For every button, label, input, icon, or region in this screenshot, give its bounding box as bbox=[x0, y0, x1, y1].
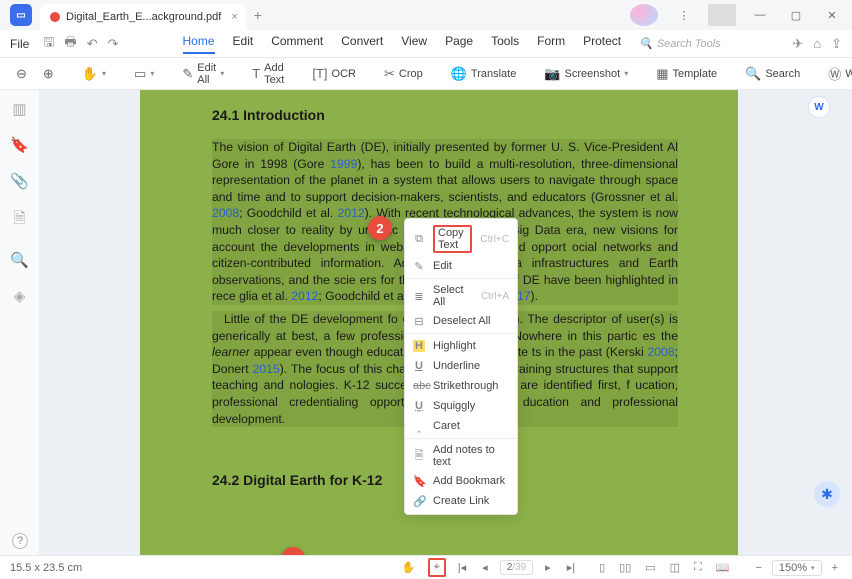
thumbnails-icon[interactable]: ▥ bbox=[12, 100, 26, 118]
upload-icon[interactable]: ⇪ bbox=[831, 36, 842, 52]
pdf-dot-icon bbox=[50, 12, 60, 22]
cite-link[interactable]: 2008 bbox=[212, 206, 239, 220]
menu-tab-home[interactable]: Home bbox=[183, 34, 215, 54]
context-menu: ⧉Copy TextCtrl+C✎Edit ≣Select AllCtrl+A⊟D… bbox=[404, 218, 518, 515]
prev-page-button[interactable]: ◂ bbox=[478, 560, 492, 575]
document-tab[interactable]: Digital_Earth_E...ackground.pdf × bbox=[40, 4, 246, 30]
continuous-view[interactable]: ▯▯ bbox=[615, 560, 635, 575]
ctx-select-all[interactable]: ≣Select AllCtrl+A bbox=[405, 281, 517, 311]
print-icon[interactable]: 🖶 bbox=[64, 33, 76, 55]
maximize-button[interactable]: ▢ bbox=[782, 4, 810, 26]
attachments-icon[interactable]: 📎 bbox=[10, 172, 29, 190]
search-button[interactable]: 🔍Search bbox=[741, 63, 804, 85]
tab-title: Digital_Earth_E...ackground.pdf bbox=[66, 11, 221, 23]
rect-tool[interactable]: ▭▾ bbox=[130, 63, 158, 85]
select-mode-button[interactable]: ⌖ bbox=[428, 558, 446, 577]
ai-orb-icon[interactable] bbox=[630, 4, 658, 26]
kebab-icon[interactable]: ⋮ bbox=[670, 4, 698, 26]
menu-tab-view[interactable]: View bbox=[401, 34, 427, 54]
first-page-button[interactable]: |◂ bbox=[454, 560, 470, 575]
layers-icon[interactable]: ◈ bbox=[14, 287, 26, 305]
read-mode[interactable]: 📖 bbox=[712, 560, 734, 575]
ctx-edit[interactable]: ✎Edit bbox=[405, 256, 517, 276]
zoom-in-button[interactable]: ⊕ bbox=[39, 63, 58, 85]
menu-tab-form[interactable]: Form bbox=[537, 34, 565, 54]
ctx-add-notes-to-text[interactable]: 🗎Add notes to text bbox=[405, 441, 517, 471]
two-page-view[interactable]: ▭ bbox=[641, 560, 659, 575]
ctx-create-link[interactable]: 🔗Create Link bbox=[405, 491, 517, 511]
close-tab-icon[interactable]: × bbox=[231, 11, 237, 23]
ctx-underline[interactable]: UUnderline bbox=[405, 356, 517, 376]
menu-tab-tools[interactable]: Tools bbox=[491, 34, 519, 54]
menu-tab-convert[interactable]: Convert bbox=[341, 34, 383, 54]
annotation-callout-2: 2 bbox=[368, 216, 392, 240]
add-text-button[interactable]: TAdd Text bbox=[248, 59, 288, 89]
menu-tab-protect[interactable]: Protect bbox=[583, 34, 621, 54]
ctx-copy-text[interactable]: ⧉Copy TextCtrl+C bbox=[405, 222, 517, 256]
ctx-deselect-all[interactable]: ⊟Deselect All bbox=[405, 311, 517, 331]
save-icon[interactable]: 🖫 bbox=[43, 33, 54, 55]
edit-all-button[interactable]: ✎Edit All▾ bbox=[178, 59, 228, 89]
menu-tab-comment[interactable]: Comment bbox=[271, 34, 323, 54]
ctx-caret[interactable]: ‸Caret bbox=[405, 416, 517, 436]
close-window-button[interactable]: ✕ bbox=[818, 4, 846, 26]
send-icon[interactable]: ✈ bbox=[792, 36, 803, 52]
minimize-button[interactable]: — bbox=[746, 4, 774, 26]
zoom-out-button[interactable]: ⊖ bbox=[12, 63, 31, 85]
menu-tab-page[interactable]: Page bbox=[445, 34, 473, 54]
translate-button[interactable]: 🌐Translate bbox=[447, 63, 521, 85]
cite-link[interactable]: 2012 bbox=[291, 289, 318, 303]
menubar: File 🖫 🖶 ↶ ↷ Home Edit Comment Convert View P… bbox=[0, 30, 852, 58]
bookmark-icon[interactable]: 🔖 bbox=[10, 136, 29, 154]
search-tools[interactable]: 🔍 Search Tools bbox=[639, 37, 721, 50]
cloud-icon[interactable]: ⌂ bbox=[813, 36, 821, 52]
crop-button[interactable]: ✂Crop bbox=[380, 63, 427, 85]
app-icon: ▭ bbox=[10, 4, 32, 26]
hand-tool[interactable]: ✋▾ bbox=[78, 63, 110, 85]
screenshot-button[interactable]: 📷Screenshot▾ bbox=[540, 63, 632, 85]
file-menu[interactable]: File bbox=[10, 37, 29, 51]
ctx-strikethrough[interactable]: abcStrikethrough bbox=[405, 376, 517, 396]
new-tab-button[interactable]: + bbox=[254, 7, 262, 23]
cite-link[interactable]: 1999 bbox=[330, 157, 357, 171]
fullscreen-view[interactable]: ⛶ bbox=[690, 560, 706, 575]
page-number-input[interactable]: 2/39 bbox=[500, 560, 533, 575]
undo-icon[interactable]: ↶ bbox=[87, 36, 98, 52]
book-view[interactable]: ◫ bbox=[666, 560, 684, 575]
zoom-level[interactable]: 150%▾ bbox=[772, 560, 822, 576]
search-icon: 🔍 bbox=[639, 37, 653, 50]
menu-tab-edit[interactable]: Edit bbox=[233, 34, 254, 54]
cite-link[interactable]: 2012 bbox=[338, 206, 365, 220]
single-page-view[interactable]: ▯ bbox=[595, 560, 609, 575]
zoom-out[interactable]: − bbox=[751, 561, 765, 575]
left-sidebar: ▥ 🔖 📎 🗎 🔍 ◈ bbox=[0, 90, 40, 555]
template-button[interactable]: ▦Template bbox=[652, 63, 721, 85]
ctx-highlight[interactable]: HHighlight bbox=[405, 336, 517, 356]
status-bar: 15.5 x 23.5 cm ✋ ⌖ |◂ ◂ 2/39 ▸ ▸| ▯ ▯▯ ▭… bbox=[0, 555, 852, 579]
cite-link[interactable]: 2015 bbox=[253, 362, 280, 376]
search-panel-icon[interactable]: 🔍 bbox=[10, 251, 29, 269]
cite-link[interactable]: 2008 bbox=[647, 345, 674, 359]
redo-icon[interactable]: ↷ bbox=[108, 36, 119, 52]
help-button[interactable]: ? bbox=[12, 533, 28, 549]
zoom-in[interactable]: + bbox=[828, 561, 842, 575]
last-page-button[interactable]: ▸| bbox=[563, 560, 579, 575]
ocr-button[interactable]: [T]OCR bbox=[308, 63, 360, 84]
page-dimensions: 15.5 x 23.5 cm bbox=[10, 562, 82, 574]
section-heading-1: 24.1 Introduction bbox=[212, 106, 678, 125]
titlebar: ▭ Digital_Earth_E...ackground.pdf × + ⋮ … bbox=[0, 0, 852, 30]
toolbar: ⊖ ⊕ ✋▾ ▭▾ ✎Edit All▾ TAdd Text [T]OCR ✂C… bbox=[0, 58, 852, 90]
wikipedia-button[interactable]: ⓌWikipedia bbox=[824, 61, 852, 86]
notes-icon[interactable]: 🗎 bbox=[13, 208, 25, 233]
ctx-add-bookmark[interactable]: 🔖Add Bookmark bbox=[405, 471, 517, 491]
ctx-squiggly[interactable]: ṴSquiggly bbox=[405, 396, 517, 416]
settings-fab[interactable]: ✱ bbox=[814, 481, 840, 507]
hand-mode-button[interactable]: ✋ bbox=[398, 560, 420, 575]
export-word-badge[interactable]: W bbox=[808, 96, 830, 118]
next-page-button[interactable]: ▸ bbox=[541, 560, 555, 575]
